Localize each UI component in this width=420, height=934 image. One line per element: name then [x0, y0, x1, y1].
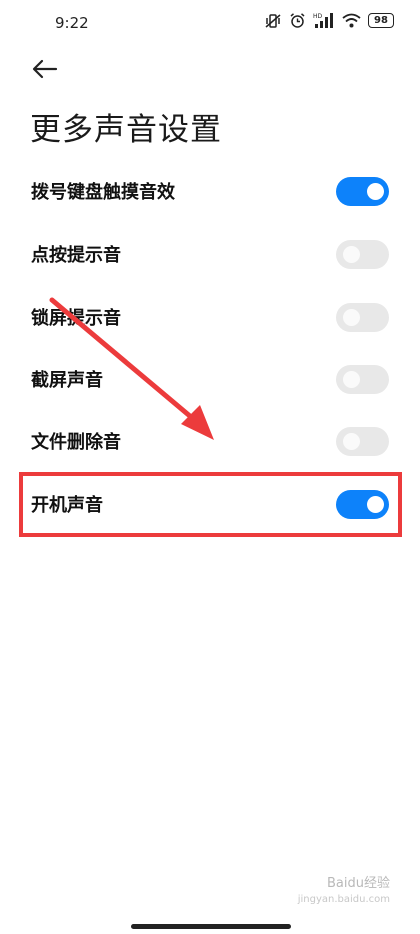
file-delete-sound-toggle[interactable]	[336, 426, 389, 456]
setting-row-file-delete-sound[interactable]: 文件删除音	[0, 410, 420, 472]
arrow-left-icon	[32, 59, 58, 79]
toggle-knob	[367, 495, 384, 513]
setting-row-screenshot-sound[interactable]: 截屏声音	[0, 348, 420, 410]
toggle-knob	[343, 308, 360, 326]
watermark-main: Baidu经验	[327, 876, 390, 891]
setting-label: 点按提示音	[31, 245, 121, 266]
lock-sound-toggle[interactable]	[336, 302, 389, 332]
toggle-knob	[343, 432, 360, 450]
setting-label: 开机声音	[31, 495, 103, 516]
setting-label: 锁屏提示音	[31, 308, 121, 329]
alarm-icon	[289, 12, 306, 29]
status-bar: 9:22 HD 98	[0, 0, 420, 48]
hd-signal-icon: HD	[313, 12, 335, 29]
back-button[interactable]	[28, 52, 62, 86]
status-icons: HD 98	[264, 12, 394, 29]
status-time: 9:22	[55, 14, 89, 32]
toggle-knob	[367, 182, 384, 200]
toggle-knob	[343, 370, 360, 388]
vibrate-off-icon	[264, 13, 282, 29]
home-indicator[interactable]	[131, 924, 291, 929]
watermark: Baidu经验 jingyan.baidu.com	[298, 876, 390, 908]
page-title: 更多声音设置	[30, 112, 222, 148]
watermark-sub: jingyan.baidu.com	[297, 894, 390, 905]
setting-label: 截屏声音	[31, 370, 103, 391]
setting-row-boot-sound[interactable]: 开机声音	[0, 473, 420, 535]
screenshot-sound-toggle[interactable]	[336, 364, 389, 394]
setting-label: 拨号键盘触摸音效	[31, 182, 175, 203]
hd-label: HD	[313, 13, 323, 20]
setting-label: 文件删除音	[31, 432, 121, 453]
battery-indicator: 98	[368, 13, 394, 28]
setting-row-lock-sound[interactable]: 锁屏提示音	[0, 286, 420, 348]
toggle-knob	[343, 245, 360, 263]
boot-sound-toggle[interactable]	[336, 489, 389, 519]
wifi-icon	[342, 13, 361, 28]
setting-row-dialpad-touch-tones[interactable]: 拨号键盘触摸音效	[0, 160, 420, 222]
tap-sound-toggle[interactable]	[336, 239, 389, 269]
setting-row-tap-sound[interactable]: 点按提示音	[0, 223, 420, 285]
dialpad-touch-tones-toggle[interactable]	[336, 176, 389, 206]
